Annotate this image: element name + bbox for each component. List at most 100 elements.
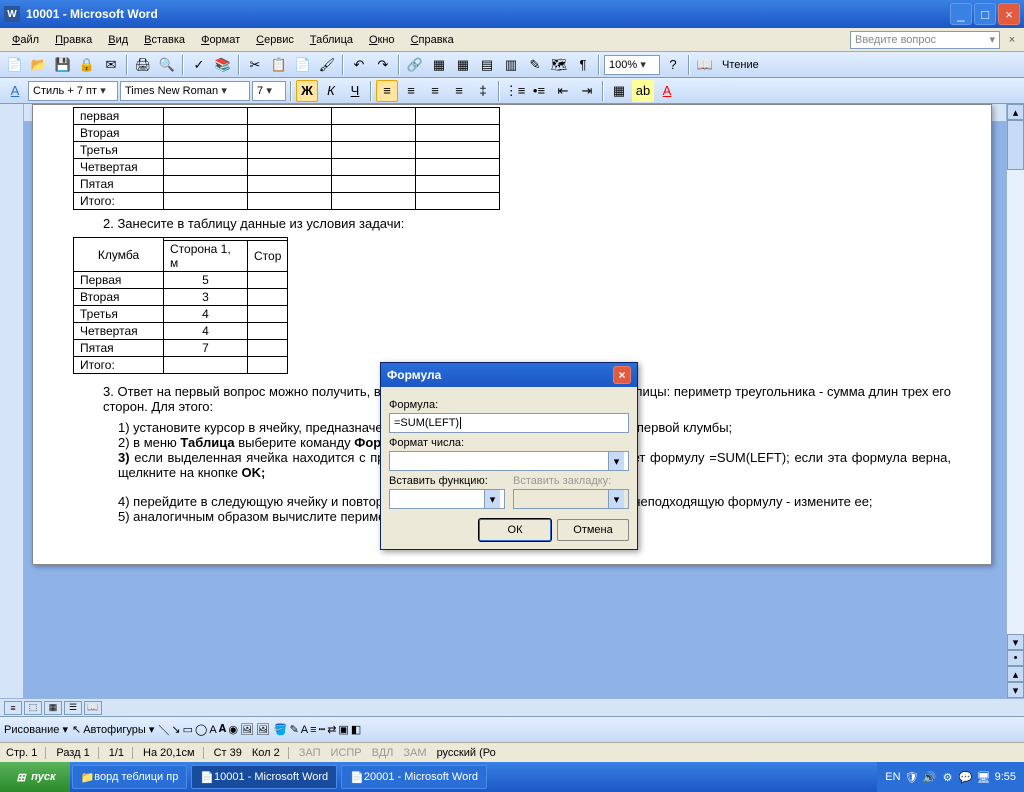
show-nonprint-icon[interactable]: ¶ bbox=[572, 54, 594, 76]
language-indicator[interactable]: EN bbox=[885, 771, 900, 783]
tables-borders-icon[interactable]: ▦ bbox=[428, 54, 450, 76]
style-combo[interactable]: Стиль + 7 пт▾ bbox=[28, 81, 118, 101]
spelling-icon[interactable]: ✓ bbox=[188, 54, 210, 76]
docmap-icon[interactable]: 🗺 bbox=[548, 54, 570, 76]
borders-icon[interactable]: ▦ bbox=[608, 80, 630, 102]
status-ovr[interactable]: ЗАМ bbox=[403, 747, 426, 759]
line-style-icon[interactable]: ≡ bbox=[310, 724, 316, 736]
menu-file[interactable]: Файл bbox=[4, 32, 47, 48]
align-center-icon[interactable]: ≡ bbox=[400, 80, 422, 102]
open-icon[interactable]: 📂 bbox=[28, 54, 50, 76]
tray-icon[interactable]: ⚙ bbox=[941, 770, 955, 784]
excel-icon[interactable]: ▤ bbox=[476, 54, 498, 76]
minimize-button[interactable]: _ bbox=[950, 3, 972, 25]
permission-icon[interactable]: 🔒 bbox=[76, 54, 98, 76]
t2-r0-v[interactable]: 5 bbox=[164, 272, 248, 289]
t2-r1-name[interactable]: Вторая bbox=[74, 289, 164, 306]
status-trk[interactable]: ИСПР bbox=[331, 747, 362, 759]
ask-question-box[interactable]: Введите вопрос▾ bbox=[850, 31, 1000, 49]
arrow-style-icon[interactable]: ⇄ bbox=[327, 723, 336, 736]
menu-window[interactable]: Окно bbox=[361, 32, 403, 48]
menu-table[interactable]: Таблица bbox=[302, 32, 361, 48]
normal-view-icon[interactable]: ≡ bbox=[4, 701, 22, 715]
font-combo[interactable]: Times New Roman▾ bbox=[120, 81, 250, 101]
status-language[interactable]: русский (Ро bbox=[437, 747, 496, 759]
menu-help[interactable]: Справка bbox=[403, 32, 462, 48]
menu-insert[interactable]: Вставка bbox=[136, 32, 193, 48]
dialog-titlebar[interactable]: Формула × bbox=[381, 363, 637, 387]
reading-label[interactable]: Чтение bbox=[718, 59, 763, 71]
doc-close-button[interactable]: × bbox=[1004, 32, 1020, 48]
number-format-combo[interactable]: ▾ bbox=[389, 451, 629, 471]
numbering-icon[interactable]: ⋮≡ bbox=[504, 80, 526, 102]
tray-icon[interactable]: 🛡 bbox=[905, 770, 919, 784]
insert-table-icon[interactable]: ▦ bbox=[452, 54, 474, 76]
t1-row4[interactable]: Пятая bbox=[74, 176, 164, 193]
menu-tools[interactable]: Сервис bbox=[248, 32, 302, 48]
menu-edit[interactable]: Правка bbox=[47, 32, 100, 48]
t2-r2-name[interactable]: Третья bbox=[74, 306, 164, 323]
drawing-icon[interactable]: ✎ bbox=[524, 54, 546, 76]
t2-r4-v[interactable]: 7 bbox=[164, 340, 248, 357]
mail-icon[interactable]: ✉ bbox=[100, 54, 122, 76]
paste-icon[interactable]: 📄 bbox=[292, 54, 314, 76]
autoshapes-menu[interactable]: Автофигуры ▾ bbox=[83, 723, 154, 736]
select-arrow-icon[interactable]: ↖ bbox=[72, 723, 81, 736]
format-painter-icon[interactable]: 🖌 bbox=[316, 54, 338, 76]
wordart-icon[interactable]: 𝐀 bbox=[219, 723, 227, 736]
t2-r3-v[interactable]: 4 bbox=[164, 323, 248, 340]
cancel-button[interactable]: Отмена bbox=[557, 519, 629, 541]
print-icon[interactable]: 🖨 bbox=[132, 54, 154, 76]
t2-h2[interactable]: Сторона 1, м bbox=[164, 241, 248, 272]
taskbar-item-folder[interactable]: 📁 ворд теблици пр bbox=[72, 765, 188, 789]
chevron-down-icon[interactable]: ▾ bbox=[484, 490, 500, 508]
3d-icon[interactable]: ◧ bbox=[351, 723, 361, 736]
bullets-icon[interactable]: •≡ bbox=[528, 80, 550, 102]
taskbar-item-word1[interactable]: 📄 10001 - Microsoft Word bbox=[191, 765, 337, 789]
hyperlink-icon[interactable]: 🔗 bbox=[404, 54, 426, 76]
next-page-icon[interactable]: ▾ bbox=[1007, 682, 1024, 698]
t1-row0[interactable]: первая bbox=[74, 108, 164, 125]
formula-input[interactable]: =SUM(LEFT) bbox=[389, 413, 629, 433]
increase-indent-icon[interactable]: ⇥ bbox=[576, 80, 598, 102]
print-preview-icon[interactable]: 🔍 bbox=[156, 54, 178, 76]
system-tray[interactable]: EN 🛡 🔊 ⚙ 💬 🖥 9:55 bbox=[877, 762, 1024, 792]
t2-r4-name[interactable]: Пятая bbox=[74, 340, 164, 357]
ok-button[interactable]: ОК bbox=[479, 519, 551, 541]
chevron-down-icon[interactable]: ▾ bbox=[608, 452, 624, 470]
line-color-icon[interactable]: ✎ bbox=[290, 723, 299, 736]
diagram-icon[interactable]: ◉ bbox=[228, 723, 238, 736]
arrow-icon[interactable]: ↘ bbox=[171, 723, 180, 736]
t1-row2[interactable]: Третья bbox=[74, 142, 164, 159]
font-color-icon[interactable]: A bbox=[656, 80, 678, 102]
t2-r2-v[interactable]: 4 bbox=[164, 306, 248, 323]
underline-button[interactable]: Ч bbox=[344, 80, 366, 102]
scroll-thumb[interactable] bbox=[1007, 120, 1024, 170]
rectangle-icon[interactable]: ▭ bbox=[183, 723, 193, 736]
clock[interactable]: 9:55 bbox=[995, 771, 1016, 783]
research-icon[interactable]: 📚 bbox=[212, 54, 234, 76]
start-button[interactable]: ⊞ пуск bbox=[0, 762, 70, 792]
line-spacing-icon[interactable]: ‡ bbox=[472, 80, 494, 102]
columns-icon[interactable]: ▥ bbox=[500, 54, 522, 76]
status-rec[interactable]: ЗАП bbox=[299, 747, 321, 759]
oval-icon[interactable]: ◯ bbox=[195, 723, 207, 736]
close-button[interactable]: × bbox=[998, 3, 1020, 25]
undo-icon[interactable]: ↶ bbox=[348, 54, 370, 76]
clipart-icon[interactable]: 🖼 bbox=[240, 723, 254, 736]
t2-h1[interactable]: Клумба bbox=[74, 238, 164, 272]
print-layout-icon[interactable]: ▦ bbox=[44, 701, 62, 715]
reading-layout-icon[interactable]: 📖 bbox=[84, 701, 102, 715]
browse-object-icon[interactable]: • bbox=[1007, 650, 1024, 666]
scroll-up-icon[interactable]: ▴ bbox=[1007, 104, 1024, 120]
scroll-down-icon[interactable]: ▾ bbox=[1007, 634, 1024, 650]
styles-pane-icon[interactable]: A bbox=[4, 80, 26, 102]
vertical-scrollbar[interactable]: ▴ ▾ • ▴ ▾ bbox=[1006, 104, 1024, 698]
font-size-combo[interactable]: 7▾ bbox=[252, 81, 286, 101]
redo-icon[interactable]: ↷ bbox=[372, 54, 394, 76]
t2-r1-v[interactable]: 3 bbox=[164, 289, 248, 306]
line-icon[interactable]: ＼ bbox=[158, 722, 169, 738]
decrease-indent-icon[interactable]: ⇤ bbox=[552, 80, 574, 102]
tray-icon[interactable]: 🖥 bbox=[977, 770, 991, 784]
align-left-icon[interactable]: ≡ bbox=[376, 80, 398, 102]
